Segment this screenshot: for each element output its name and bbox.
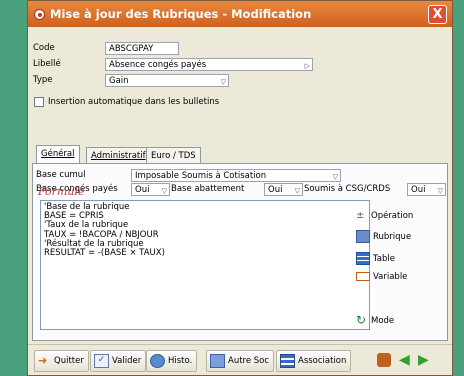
- code-label: Code: [33, 43, 55, 53]
- soumis-csg-select[interactable]: Oui ▽: [407, 183, 446, 196]
- next-arrow-icon[interactable]: ▶: [418, 352, 429, 368]
- formule-editor[interactable]: 'Base de la rubrique BASE = CPRIS 'Taux …: [40, 200, 370, 330]
- base-abattement-value: Oui: [268, 185, 283, 195]
- libelle-input[interactable]: Absence congés payés ▷: [105, 58, 313, 71]
- association-button[interactable]: Association: [276, 350, 352, 372]
- code-input[interactable]: ABSCGPAY: [105, 42, 179, 55]
- soumis-csg-label: Soumis à CSG/CRDS: [304, 184, 391, 194]
- operation-icon: ±: [356, 210, 365, 221]
- base-abattement-label: Base abattement: [171, 184, 245, 194]
- chevron-down-icon[interactable]: ▽: [162, 185, 167, 195]
- libelle-label: Libellé: [33, 59, 61, 69]
- base-conges-value: Oui: [135, 185, 150, 195]
- tab-general[interactable]: Général: [36, 145, 80, 164]
- rubrique-button[interactable]: Rubrique: [356, 230, 411, 243]
- dialog-window: Mise à jour des Rubriques - Modification…: [27, 0, 453, 376]
- chevron-down-icon[interactable]: ▽: [333, 171, 338, 181]
- autre-soc-button[interactable]: Autre Soc: [206, 350, 275, 372]
- type-select[interactable]: Gain ▽: [105, 74, 229, 87]
- table-button[interactable]: Table: [356, 252, 395, 265]
- validate-icon: ✓: [94, 353, 109, 368]
- package-icon[interactable]: [377, 353, 391, 367]
- quitter-button[interactable]: ➜ Quitter: [34, 350, 89, 372]
- base-cumul-value: Imposable Soumis à Cotisation: [135, 171, 267, 181]
- type-label: Type: [33, 75, 53, 85]
- auto-insert-checkbox[interactable]: [34, 97, 44, 107]
- formule-label: Formule: [38, 185, 85, 198]
- libelle-value: Absence congés payés: [109, 60, 207, 70]
- bottom-toolbar: ➜ Quitter ✓ Valider Histo. Autre Soc Assoc…: [28, 344, 452, 375]
- tab-euro-tds[interactable]: Euro / TDS: [146, 147, 201, 164]
- rubrique-label: Rubrique: [373, 232, 412, 242]
- valider-button[interactable]: ✓ Valider: [90, 350, 147, 372]
- operation-button[interactable]: ± Opération: [356, 210, 413, 221]
- base-cumul-select[interactable]: Imposable Soumis à Cotisation ▽: [131, 169, 341, 182]
- chevron-right-icon[interactable]: ▷: [305, 60, 310, 70]
- association-icon: [280, 353, 295, 368]
- base-cumul-label: Base cumul: [36, 170, 86, 180]
- previous-arrow-icon[interactable]: ◀: [399, 352, 410, 368]
- chevron-down-icon[interactable]: ▽: [438, 185, 443, 195]
- type-value: Gain: [109, 76, 129, 86]
- window-title: Mise à jour des Rubriques - Modification: [50, 7, 312, 21]
- mode-button[interactable]: ↻ Mode: [356, 313, 395, 327]
- rubrique-icon: [356, 230, 370, 243]
- refresh-icon: ↻: [356, 313, 367, 327]
- company-icon: [210, 353, 225, 368]
- auto-insert-label: Insertion automatique dans les bulletins: [48, 97, 220, 107]
- history-icon: [150, 353, 165, 368]
- variable-label: Variable: [373, 272, 408, 282]
- base-abattement-select[interactable]: Oui ▽: [264, 183, 303, 196]
- base-conges-select[interactable]: Oui ▽: [131, 183, 170, 196]
- mode-label: Mode: [371, 316, 395, 326]
- exit-icon: ➜: [38, 353, 48, 367]
- close-button[interactable]: X: [428, 5, 447, 24]
- operation-label: Opération: [371, 211, 414, 221]
- variable-icon: [356, 272, 370, 281]
- app-icon: [34, 9, 45, 20]
- histo-button[interactable]: Histo.: [146, 350, 198, 372]
- chevron-down-icon[interactable]: ▽: [221, 76, 226, 86]
- tab-administratif[interactable]: Administratif: [86, 147, 151, 164]
- title-bar[interactable]: Mise à jour des Rubriques - Modification…: [28, 1, 452, 27]
- soumis-csg-value: Oui: [411, 185, 426, 195]
- table-label: Table: [373, 254, 395, 264]
- table-icon: [356, 252, 370, 265]
- variable-button[interactable]: Variable: [356, 272, 407, 282]
- chevron-down-icon[interactable]: ▽: [295, 185, 300, 195]
